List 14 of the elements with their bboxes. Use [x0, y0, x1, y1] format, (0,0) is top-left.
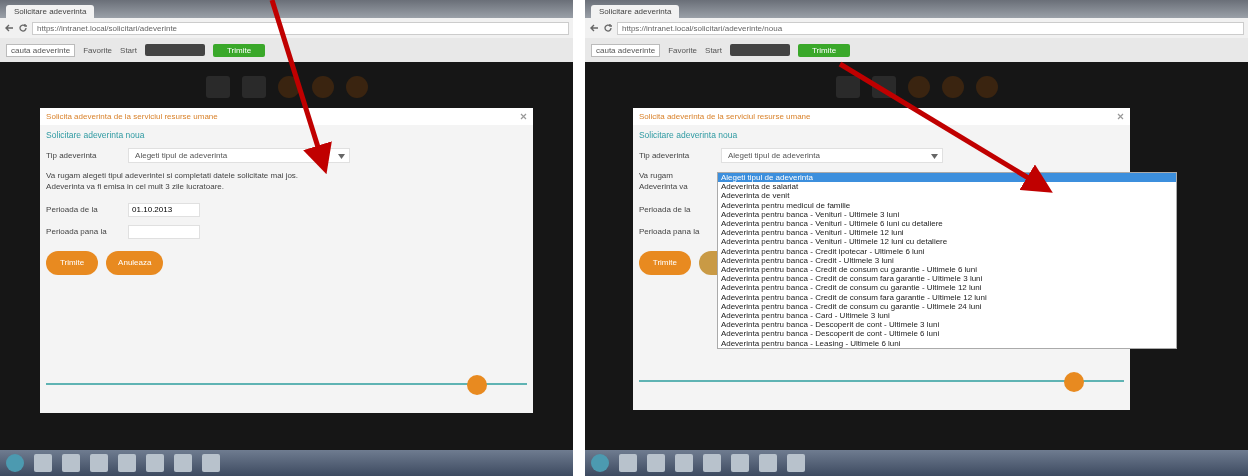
field-label: Tip adeverinta [46, 151, 98, 160]
field-label: Perioada de la [638, 205, 692, 215]
field-label: Tip adeverinta [638, 151, 691, 160]
field-label: Perioada pana la [638, 227, 701, 237]
instruction-text: Adeverinta va [638, 181, 688, 193]
instruction-text: Va rugam alegeti tipul adeverintei si completati datele solicitate mai jos. [46, 171, 299, 182]
dialog-title: Solicita adeverinta de la serviciul resurse umane [638, 112, 811, 121]
dialog-title: Solicita adeverinta de la serviciul resurse umane [46, 112, 218, 121]
field-label: Perioada pana la [46, 227, 108, 237]
instruction-text: Adeverinta va fi emisa in cel mult 3 zile lucratoare. [46, 181, 224, 193]
field-label: Perioada de la [46, 205, 99, 215]
section-heading: Solicitare adeverinta noua [638, 130, 739, 140]
section-heading: Solicitare adeverinta noua [46, 130, 146, 140]
instruction-text: Va rugam [638, 171, 673, 182]
